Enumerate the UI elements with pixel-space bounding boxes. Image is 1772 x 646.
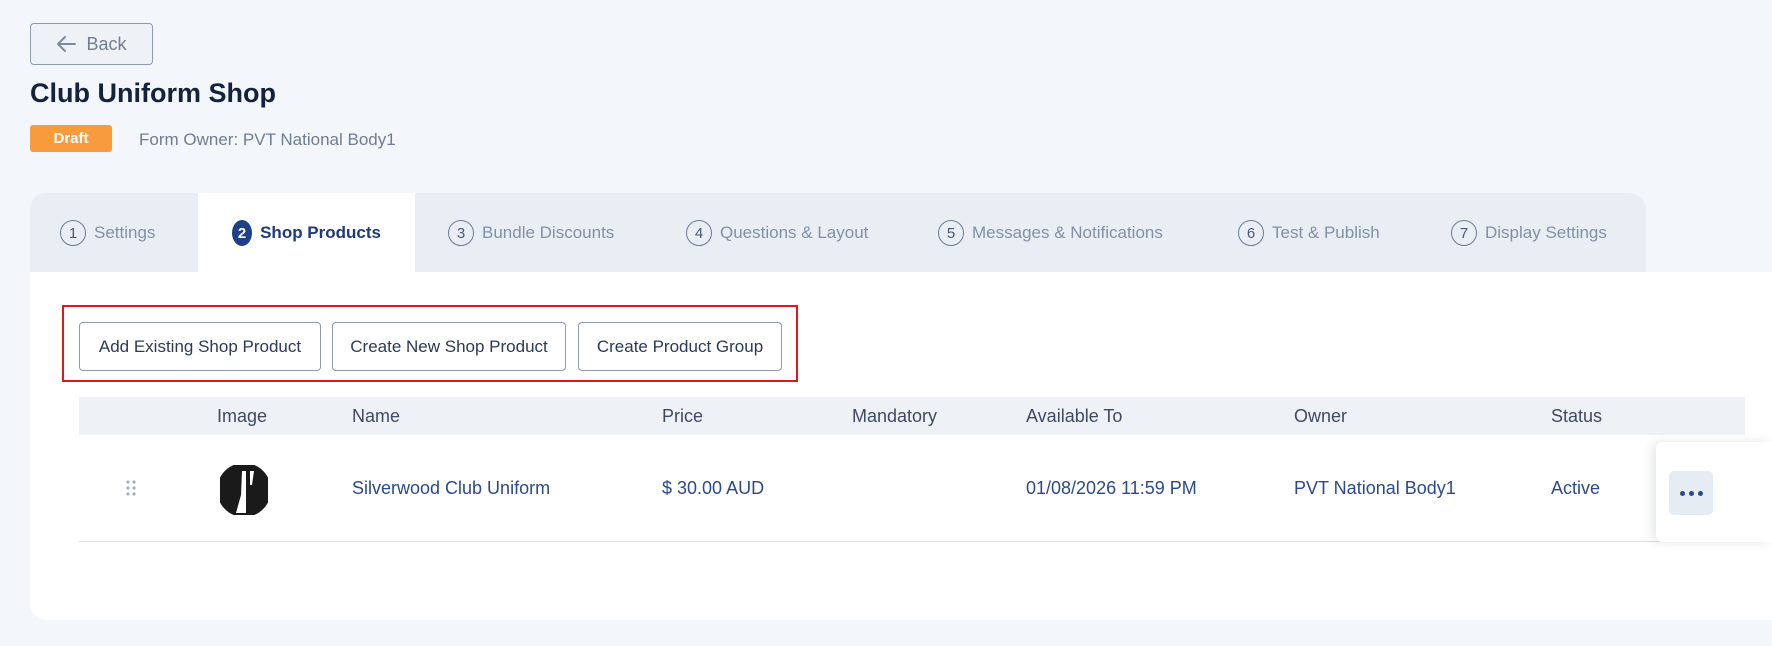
column-header-mandatory: Mandatory <box>852 405 938 426</box>
tabs-bar: 1 Settings 2 Shop Products 3 Bundle Disc… <box>30 193 1646 273</box>
step-number: 3 <box>448 220 474 246</box>
tab-label: Settings <box>94 223 156 242</box>
column-header-price: Price <box>662 405 704 426</box>
back-button[interactable]: Back <box>30 23 153 65</box>
product-price: $ 30.00 AUD <box>662 478 765 498</box>
add-existing-product-button[interactable]: Add Existing Shop Product <box>79 322 321 371</box>
column-header-owner: Owner <box>1294 405 1348 426</box>
drag-handle-icon[interactable] <box>126 480 136 500</box>
step-number: 7 <box>1451 220 1477 246</box>
column-header-image: Image <box>217 405 268 426</box>
column-header-name: Name <box>352 405 401 426</box>
tab-label: Shop Products <box>260 223 381 242</box>
row-actions-cell <box>1656 442 1772 542</box>
form-owner-text: Form Owner: PVT National Body1 <box>139 130 396 149</box>
arrow-left-icon <box>57 36 77 52</box>
tab-bundle-discounts[interactable]: 3 Bundle Discounts <box>448 193 614 273</box>
tab-display-settings[interactable]: 7 Display Settings <box>1451 193 1607 273</box>
more-horizontal-icon[interactable] <box>1669 471 1713 515</box>
product-available-to: 01/08/2026 11:59 PM <box>1026 478 1197 498</box>
create-new-product-button[interactable]: Create New Shop Product <box>332 322 566 371</box>
page-title: Club Uniform Shop <box>30 78 276 108</box>
tab-messages-notifications[interactable]: 5 Messages & Notifications <box>938 193 1163 273</box>
product-image <box>216 465 272 515</box>
product-owner: PVT National Body1 <box>1294 478 1456 498</box>
column-header-status: Status <box>1551 405 1603 426</box>
tab-label: Display Settings <box>1485 223 1607 242</box>
tab-shop-products[interactable]: 2 Shop Products <box>198 193 415 273</box>
tab-label: Test & Publish <box>1272 223 1380 242</box>
status-badge: Draft <box>30 125 112 152</box>
table-header: Image Name Price Mandatory Available To … <box>79 397 1745 435</box>
step-number: 6 <box>1238 220 1264 246</box>
step-number: 1 <box>60 220 86 246</box>
create-product-group-button[interactable]: Create Product Group <box>578 322 782 371</box>
tab-label: Bundle Discounts <box>482 223 615 242</box>
step-number: 2 <box>232 220 253 246</box>
step-number: 4 <box>686 220 712 246</box>
tab-test-publish[interactable]: 6 Test & Publish <box>1238 193 1380 273</box>
column-header-available-to: Available To <box>1026 405 1123 426</box>
tab-settings[interactable]: 1 Settings <box>60 193 155 273</box>
step-number: 5 <box>938 220 964 246</box>
table-row[interactable]: Silverwood Club Uniform $ 30.00 AUD 01/0… <box>79 435 1745 542</box>
tab-label: Questions & Layout <box>720 223 869 242</box>
tab-label: Messages & Notifications <box>972 223 1163 242</box>
product-name[interactable]: Silverwood Club Uniform <box>352 435 550 542</box>
product-status: Active <box>1551 478 1601 498</box>
tab-questions-layout[interactable]: 4 Questions & Layout <box>686 193 868 273</box>
back-button-label: Back <box>86 33 127 54</box>
